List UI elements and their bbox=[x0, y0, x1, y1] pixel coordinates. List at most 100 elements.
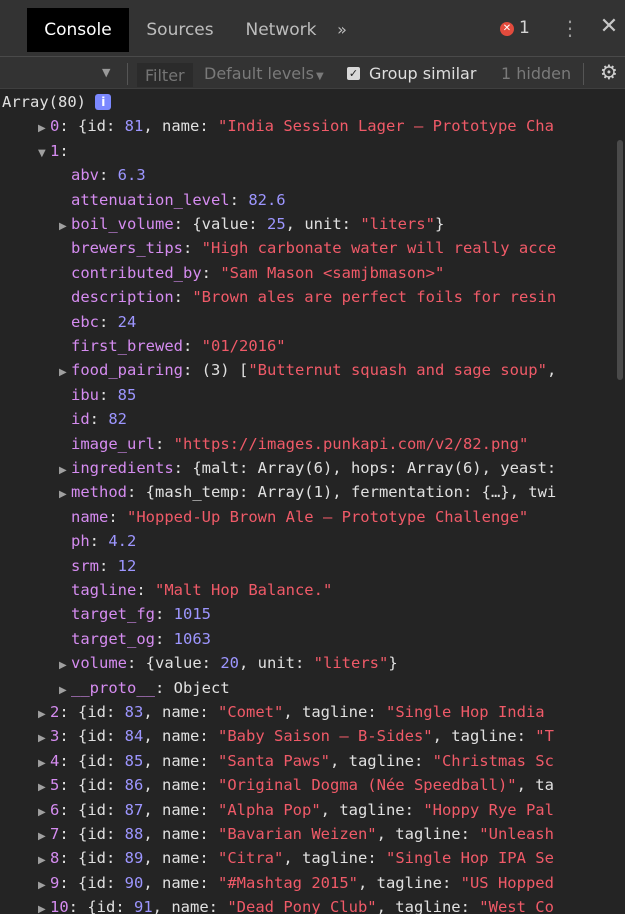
expand-triangle-icon[interactable]: ▶ bbox=[38, 703, 50, 727]
tab-network[interactable]: Network bbox=[233, 8, 329, 52]
string-value: "Butternut squash and sage soup" bbox=[248, 361, 547, 380]
tab-sources[interactable]: Sources bbox=[139, 8, 221, 52]
punctuation: , ta bbox=[516, 776, 554, 795]
console-line: abv: 6.3 bbox=[71, 163, 146, 187]
console-line[interactable]: ▶ 10: {id: 91, name: "Dead Pony Club", ta… bbox=[38, 895, 554, 914]
hidden-count-label: 1 hidden bbox=[501, 64, 572, 83]
expand-triangle-icon[interactable]: ▶ bbox=[38, 849, 50, 873]
expand-triangle-icon[interactable]: ▶ bbox=[38, 825, 50, 849]
tab-console[interactable]: Console bbox=[27, 8, 129, 52]
punctuation: , name: bbox=[143, 117, 218, 136]
punctuation: } bbox=[434, 215, 445, 233]
console-line[interactable]: ▶ ingredients: {malt: Array(6), hops: Arr… bbox=[59, 456, 556, 480]
string-value: "T bbox=[535, 727, 554, 746]
console-line[interactable]: ▶ 3: {id: 84, name: "Baby Saison – B-Side… bbox=[38, 724, 554, 748]
number-value: 83 bbox=[124, 703, 144, 721]
expand-triangle-icon[interactable]: ▶ bbox=[59, 215, 71, 239]
expand-triangle-icon[interactable]: ▶ bbox=[38, 898, 50, 914]
console-line[interactable]: ▶ 7: {id: 88, name: "Bavarian Weizen", ta… bbox=[38, 822, 554, 846]
kebab-menu-icon[interactable]: ⋮ bbox=[560, 16, 580, 40]
console-line[interactable]: ▶ boil_volume: {value: 25, unit: "liters"… bbox=[59, 212, 444, 236]
punctuation: , name: bbox=[143, 849, 218, 868]
punctuation: , tagline: bbox=[329, 751, 433, 770]
punctuation: : bbox=[89, 410, 109, 429]
property-key: target_og bbox=[71, 629, 155, 648]
console-line[interactable]: ▶ 8: {id: 89, name: "Citra", tagline: "Si… bbox=[38, 846, 554, 870]
console-line: tagline: "Malt Hop Balance." bbox=[71, 578, 332, 602]
devtools-tabbar: Console Sources Network » ✕ 1 ⋮ ✕ bbox=[0, 0, 625, 57]
console-line: image_url: "https://images.punkapi.com/v… bbox=[71, 432, 528, 456]
console-line[interactable]: ▶ 2: {id: 83, name: "Comet", tagline: "Si… bbox=[38, 700, 545, 724]
string-value: "Malt Hop Balance." bbox=[155, 581, 333, 599]
expand-triangle-icon[interactable]: ▶ bbox=[59, 459, 71, 483]
console-line[interactable]: ▶ 4: {id: 85, name: "Santa Paws", tagline… bbox=[38, 749, 554, 773]
context-dropdown-icon[interactable]: ▼ bbox=[102, 66, 110, 79]
punctuation: : {id: bbox=[59, 849, 125, 868]
error-icon[interactable]: ✕ bbox=[500, 22, 514, 36]
console-line[interactable]: ▶ 5: {id: 86, name: "Original Dogma (Née … bbox=[38, 773, 554, 797]
property-key: description bbox=[71, 288, 174, 307]
expand-triangle-icon[interactable]: ▶ bbox=[38, 117, 50, 141]
log-levels-dropdown[interactable]: Default levels ▼ bbox=[204, 64, 324, 83]
punctuation: : bbox=[201, 263, 221, 282]
collapse-triangle-icon[interactable]: ▼ bbox=[38, 142, 50, 166]
console-line: ebc: 24 bbox=[71, 310, 136, 334]
punctuation: , tagline: bbox=[376, 898, 480, 914]
punctuation: } bbox=[388, 654, 398, 673]
expand-triangle-icon[interactable]: ▶ bbox=[59, 654, 71, 678]
expand-triangle-icon[interactable]: ▶ bbox=[59, 483, 71, 507]
expand-triangle-icon[interactable]: ▶ bbox=[38, 874, 50, 898]
punctuation: : {malt: Array(6), hops: Array(6), yeast… bbox=[173, 459, 557, 477]
group-similar-label[interactable]: Group similar bbox=[369, 64, 476, 83]
expand-triangle-icon[interactable]: ▶ bbox=[38, 801, 50, 825]
group-similar-checkbox[interactable]: ✓ bbox=[347, 67, 360, 80]
expand-triangle-icon[interactable]: ▶ bbox=[38, 776, 50, 800]
punctuation: : Object bbox=[155, 678, 230, 697]
punctuation: : {mash_temp: Array(1), fermentation: {…… bbox=[127, 483, 557, 502]
console-line[interactable]: ▶ 0: {id: 81, name: "India Session Lager … bbox=[38, 114, 554, 138]
property-key: 1 bbox=[50, 141, 60, 160]
gear-icon[interactable]: ⚙ bbox=[600, 60, 618, 84]
punctuation: , tagline: bbox=[320, 800, 424, 819]
string-value: "Santa Paws" bbox=[218, 751, 330, 770]
console-line[interactable]: ▶ __proto__: Object bbox=[59, 676, 230, 700]
info-icon[interactable]: i bbox=[95, 94, 112, 110]
number-value: 84 bbox=[124, 727, 144, 746]
expand-triangle-icon[interactable]: ▶ bbox=[38, 752, 50, 776]
property-key: brewers_tips bbox=[71, 239, 183, 258]
console-line[interactable]: ▶ method: {mash_temp: Array(1), fermentat… bbox=[59, 480, 556, 504]
scrollbar-thumb[interactable] bbox=[617, 140, 623, 380]
error-count[interactable]: 1 bbox=[519, 18, 530, 38]
string-value: "Bavarian Weizen" bbox=[218, 825, 377, 843]
expand-triangle-icon[interactable]: ▶ bbox=[59, 679, 71, 703]
string-value: "Single Hop India bbox=[385, 703, 545, 721]
console-line[interactable]: ▼Array(80) i bbox=[0, 90, 112, 114]
close-icon[interactable]: ✕ bbox=[599, 14, 619, 40]
string-value: "01/2016" bbox=[201, 337, 286, 355]
expand-triangle-icon[interactable]: ▶ bbox=[59, 361, 71, 385]
punctuation: : {id: bbox=[68, 898, 134, 914]
property-key: ingredients bbox=[71, 459, 174, 477]
console-line: target_fg: 1015 bbox=[71, 602, 211, 626]
punctuation: : bbox=[108, 507, 127, 526]
more-tabs-button[interactable]: » bbox=[322, 8, 362, 52]
expand-triangle-icon[interactable]: ▶ bbox=[38, 727, 50, 751]
punctuation: , tagline: bbox=[283, 703, 386, 721]
console-line[interactable]: ▶ volume: {value: 20, unit: "liters"} bbox=[59, 651, 398, 675]
property-key: first_brewed bbox=[71, 337, 183, 355]
console-line: srm: 12 bbox=[71, 554, 136, 578]
property-key: ibu bbox=[71, 385, 99, 404]
property-key: ph bbox=[71, 532, 90, 551]
console-line[interactable]: ▶ 9: {id: 90, name: "#Mashtag 2015", tagl… bbox=[38, 871, 554, 895]
divider bbox=[127, 63, 128, 85]
console-line: id: 82 bbox=[71, 407, 127, 431]
console-line[interactable]: ▼ 1: bbox=[38, 139, 69, 163]
console-line[interactable]: ▶ 6: {id: 87, name: "Alpha Pop", tagline:… bbox=[38, 798, 554, 822]
number-value: 24 bbox=[117, 312, 137, 331]
punctuation: , name: bbox=[143, 751, 218, 770]
punctuation: , name: bbox=[143, 703, 218, 721]
filter-input[interactable] bbox=[137, 63, 193, 87]
property-key: 7 bbox=[50, 825, 60, 843]
punctuation: , tagline: bbox=[283, 849, 386, 868]
console-line[interactable]: ▶ food_pairing: (3) ["Butternut squash an… bbox=[59, 358, 556, 382]
